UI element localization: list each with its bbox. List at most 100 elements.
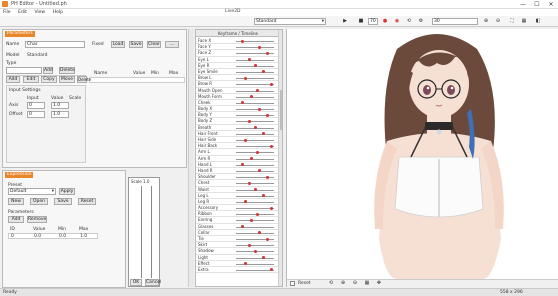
keyframe-dot[interactable] xyxy=(266,237,269,241)
zoom-in-icon[interactable]: ⊕ xyxy=(482,18,490,25)
new-button[interactable]: New xyxy=(8,198,24,205)
view-select[interactable]: Standard ▾ xyxy=(254,18,326,25)
keyframe-dot[interactable] xyxy=(244,138,247,142)
reset-button[interactable]: Reset xyxy=(78,198,96,205)
table-row[interactable]: 0 0.0 0.0 1.0 xyxy=(8,233,98,239)
keyframe-dot[interactable] xyxy=(254,64,257,68)
copy-button[interactable]: Copy xyxy=(41,76,57,83)
add-button[interactable]: Add xyxy=(6,76,20,83)
clear-button[interactable]: Clear xyxy=(147,41,161,48)
apply-button[interactable]: Apply xyxy=(59,188,75,195)
keyframe-dot[interactable] xyxy=(244,76,247,80)
zoom-out-icon[interactable]: ⊖ xyxy=(351,280,359,287)
viewport-checkbox[interactable] xyxy=(290,281,295,286)
keyframe-dot[interactable] xyxy=(248,119,251,123)
axis-scale-field[interactable]: 1.0 xyxy=(51,102,69,109)
ok-button[interactable]: OK xyxy=(130,279,142,286)
keyframe-dot[interactable] xyxy=(262,256,265,260)
edit-button[interactable]: Edit xyxy=(23,76,39,83)
keyframe-dot[interactable] xyxy=(266,113,269,117)
type-select[interactable] xyxy=(6,67,42,74)
keyframe-dot[interactable] xyxy=(250,218,253,222)
axis-value-field[interactable]: 0 xyxy=(27,102,45,109)
save-button[interactable]: Save xyxy=(129,41,143,48)
options-button[interactable]: … xyxy=(165,41,179,48)
name-input[interactable]: Char xyxy=(25,41,85,48)
fit-icon[interactable]: ⛶ xyxy=(508,18,516,25)
keyframe-dot[interactable] xyxy=(262,194,265,198)
settings-icon[interactable]: ⚙ xyxy=(417,18,425,25)
scrollbar-thumb[interactable] xyxy=(280,90,282,130)
reset-view-icon[interactable]: ⟲ xyxy=(327,280,335,287)
menu-file[interactable]: File xyxy=(3,10,11,15)
panel-splitter[interactable] xyxy=(188,29,194,287)
add-type-button[interactable]: Add xyxy=(43,67,53,74)
keyframe-dot[interactable] xyxy=(254,249,257,253)
move-icon[interactable]: ✥ xyxy=(375,280,383,287)
keyframe-dot[interactable] xyxy=(270,268,273,272)
fps-field[interactable]: 30 xyxy=(432,18,478,25)
offset-scale-field[interactable]: 1.0 xyxy=(51,111,69,118)
record-button[interactable]: ● xyxy=(381,18,389,25)
add-param-button[interactable]: Add xyxy=(8,216,24,223)
keyframe-dot[interactable] xyxy=(250,95,253,99)
tab-parameters[interactable]: Parameters xyxy=(5,31,35,37)
maximize-button[interactable]: ☐ xyxy=(530,0,544,9)
keyframe-dot[interactable] xyxy=(270,144,273,148)
keyframe-dot[interactable] xyxy=(244,262,247,266)
grid-icon[interactable]: ▦ xyxy=(363,280,371,287)
record-loop-button[interactable]: ◉ xyxy=(393,18,401,25)
keyframe-dot[interactable] xyxy=(248,181,251,185)
frame-field[interactable]: 70 xyxy=(368,18,378,25)
grid-icon[interactable]: ▦ xyxy=(520,18,528,25)
load-button[interactable]: Load xyxy=(111,41,125,48)
keyframe-dot[interactable] xyxy=(248,243,251,247)
keyframe-dot[interactable] xyxy=(241,225,244,229)
keyframe-dot[interactable] xyxy=(256,212,259,216)
delete-button[interactable]: Delete xyxy=(77,76,91,83)
model-viewport[interactable]: Reset ⟲ ⊕ ⊖ ▦ ✥ xyxy=(286,29,558,287)
track-row[interactable]: Extra xyxy=(196,267,278,274)
keyframe-dot[interactable] xyxy=(266,51,269,55)
keyframe-dot[interactable] xyxy=(254,126,257,130)
zoom-in-icon[interactable]: ⊕ xyxy=(339,280,347,287)
keyframe-dot[interactable] xyxy=(241,163,244,167)
zoom-out-icon[interactable]: ⊖ xyxy=(494,18,502,25)
offset-value-field[interactable]: 0 xyxy=(27,111,45,118)
delete-type-button[interactable]: Delete xyxy=(59,67,75,74)
keyframe-dot[interactable] xyxy=(270,206,273,210)
keyframe-dot[interactable] xyxy=(258,169,261,173)
keyframe-dot[interactable] xyxy=(241,101,244,105)
menu-view[interactable]: View xyxy=(34,10,45,15)
camera-icon[interactable]: ◧ xyxy=(534,18,542,25)
menu-help[interactable]: Help xyxy=(53,10,63,15)
keyframe-dot[interactable] xyxy=(262,70,265,74)
keyframe-dot[interactable] xyxy=(258,107,261,111)
table-row[interactable] xyxy=(89,77,185,83)
keyframe-dot[interactable] xyxy=(248,58,251,62)
play-button[interactable]: ▶ xyxy=(341,18,349,25)
cancel-button[interactable]: Cancel xyxy=(145,279,161,286)
menu-edit[interactable]: Edit xyxy=(18,10,27,15)
keyframe-dot[interactable] xyxy=(244,200,247,204)
keyframe-dot[interactable] xyxy=(254,188,257,191)
keyframe-dot[interactable] xyxy=(266,175,269,179)
remove-param-button[interactable]: Remove xyxy=(27,216,47,223)
keyframe-dot[interactable] xyxy=(256,150,259,154)
keyframe-dot[interactable] xyxy=(250,157,253,161)
tab-expression[interactable]: Expression xyxy=(5,172,34,178)
keyframe-dot[interactable] xyxy=(258,231,261,235)
stop-button[interactable]: ■ xyxy=(357,18,365,25)
minimize-button[interactable]: — xyxy=(516,0,530,9)
timeline-scrollbar[interactable] xyxy=(278,30,282,286)
loop-icon[interactable]: ⟲ xyxy=(405,18,413,25)
close-button[interactable]: ✕ xyxy=(544,0,558,9)
keyframe-dot[interactable] xyxy=(258,45,261,49)
curve-graph[interactable]: Scale 1.0 OK Cancel xyxy=(128,177,161,287)
keyframe-dot[interactable] xyxy=(270,82,273,86)
move-button[interactable]: Move xyxy=(59,76,75,83)
save-preset-button[interactable]: Save xyxy=(54,198,72,205)
open-button[interactable]: Open xyxy=(30,198,48,205)
keyframe-dot[interactable] xyxy=(256,89,259,92)
keyframe-dot[interactable] xyxy=(262,132,265,136)
